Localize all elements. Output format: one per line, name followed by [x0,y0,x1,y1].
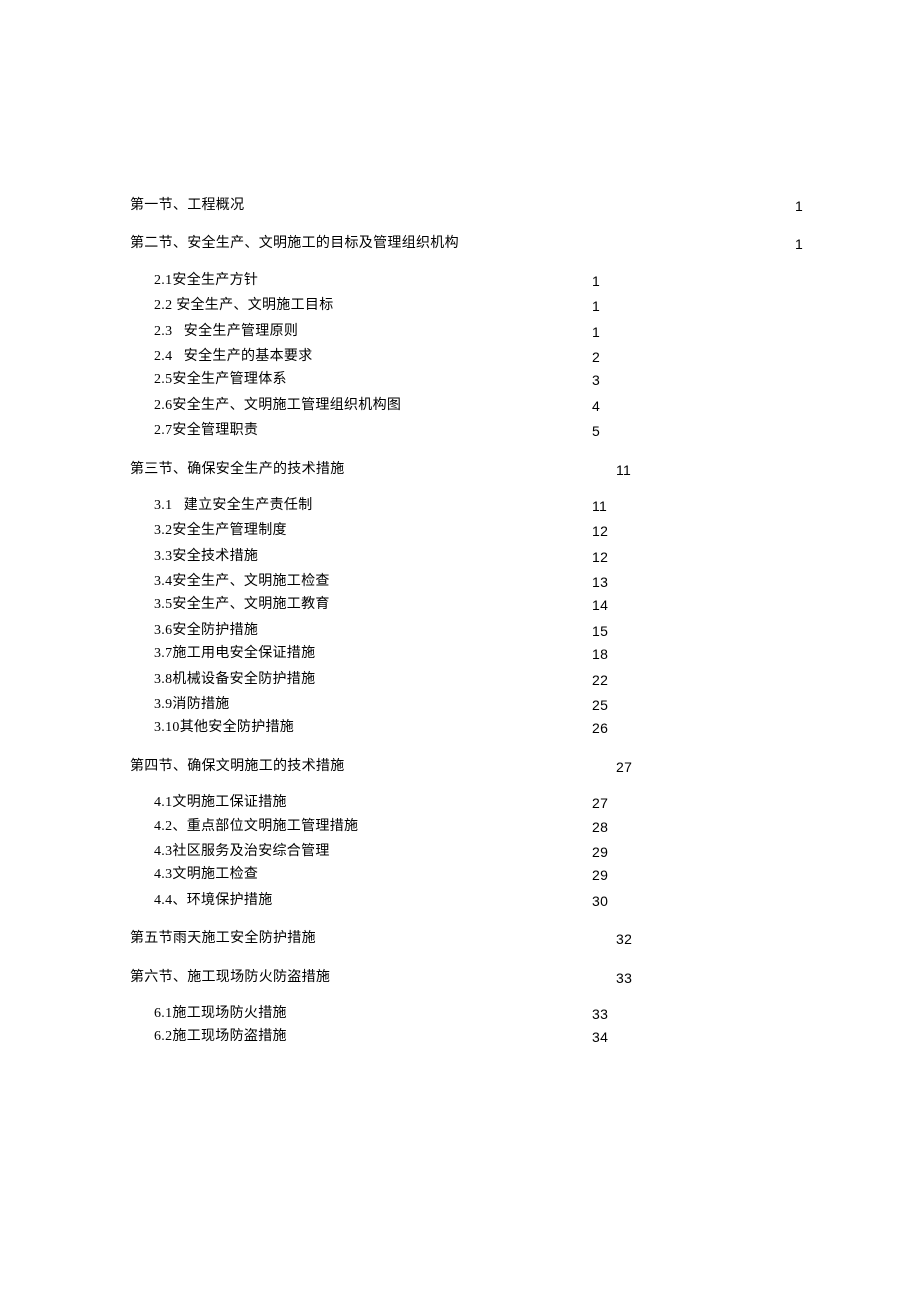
toc-label: 第六节、施工现场防火防盗措施 [130,967,330,989]
toc-page-number: 15 [592,620,608,642]
toc-page-number: 1 [795,233,803,255]
toc-page: 第一节、工程概况1第二节、安全生产、文明施工的目标及管理组织机构12.1安全生产… [0,0,920,1302]
toc-page-number: 33 [592,1003,608,1025]
toc-item: 2.1安全生产方针 1 [130,270,790,292]
toc-label: 3.6安全防护措施 [154,620,258,642]
toc-item: 4.2、重点部位文明施工管理措施 28 [130,816,790,838]
toc-item: 4.3社区服务及治安综合管理 29 [130,841,790,863]
toc-item: 2.2 安全生产、文明施工目标 1 [130,295,790,317]
toc-page-number: 29 [592,841,608,863]
toc-page-number: 34 [592,1026,608,1048]
toc-label: 2.6安全生产、文明施工管理组织机构图 [154,395,401,417]
toc-page-number: 27 [616,756,632,778]
toc-page-number: 26 [592,717,608,739]
toc-page-number: 1 [592,321,600,343]
toc-section: 第二节、安全生产、文明施工的目标及管理组织机构1 [130,233,790,255]
toc-page-number: 28 [592,816,608,838]
toc-item: 3.1 建立安全生产责任制 11 [130,495,790,517]
toc-item: 6.2施工现场防盗措施 34 [130,1026,790,1048]
toc-label: 4.4、环境保护措施 [154,890,273,912]
toc-section: 第一节、工程概况1 [130,195,790,217]
toc-item: 4.1文明施工保证措施 27 [130,792,790,814]
toc-label: 6.2施工现场防盗措施 [154,1026,287,1048]
toc-label: 第四节、确保文明施工的技术措施 [130,756,345,778]
toc-label: 3.8机械设备安全防护措施 [154,669,315,691]
toc-label: 2.4 安全生产的基本要求 [154,346,313,368]
toc-label: 6.1施工现场防火措施 [154,1003,287,1025]
toc-item: 3.2安全生产管理制度 12 [130,520,790,542]
toc-item: 4.3文明施工检查 29 [130,864,790,886]
toc-page-number: 22 [592,669,608,691]
toc-label: 2.3 安全生产管理原则 [154,321,298,343]
toc-page-number: 4 [592,395,600,417]
toc-label: 3.1 建立安全生产责任制 [154,495,313,517]
toc-page-number: 11 [592,495,607,517]
toc-section: 第三节、确保安全生产的技术措施 11 [130,459,790,481]
toc-label: 2.2 安全生产、文明施工目标 [154,295,334,317]
toc-section: 第四节、确保文明施工的技术措施 27 [130,756,790,778]
toc-page-number: 33 [616,967,632,989]
toc-page-number: 11 [616,459,631,481]
toc-label: 3.7施工用电安全保证措施 [154,643,315,665]
toc-label: 2.1安全生产方针 [154,270,258,292]
toc-item: 4.4、环境保护措施 30 [130,890,790,912]
toc-item: 3.8机械设备安全防护措施 22 [130,669,790,691]
toc-page-number: 1 [795,195,803,217]
toc-section: 第五节雨天施工安全防护措施 32 [130,928,790,950]
toc-label: 第三节、确保安全生产的技术措施 [130,459,345,481]
toc-page-number: 5 [592,420,600,442]
toc-label: 第一节、工程概况 [130,195,244,217]
toc-item: 3.4安全生产、文明施工检查 13 [130,571,790,593]
toc-item: 3.3安全技术措施 12 [130,546,790,568]
toc-label: 4.1文明施工保证措施 [154,792,287,814]
toc-item: 3.10其他安全防护措施 26 [130,717,790,739]
toc-item: 2.4 安全生产的基本要求 2 [130,346,790,368]
toc-item: 2.5安全生产管理体系 3 [130,369,790,391]
toc-item: 2.6安全生产、文明施工管理组织机构图 4 [130,395,790,417]
toc-item: 6.1施工现场防火措施 33 [130,1003,790,1025]
toc-page-number: 12 [592,546,608,568]
toc-label: 3.5安全生产、文明施工教育 [154,594,330,616]
toc-label: 2.5安全生产管理体系 [154,369,287,391]
toc-page-number: 2 [592,346,600,368]
toc-item: 3.6安全防护措施 15 [130,620,790,642]
toc-label: 4.3社区服务及治安综合管理 [154,841,330,863]
toc-item: 2.3 安全生产管理原则 1 [130,321,790,343]
toc-item: 3.9消防措施 25 [130,694,790,716]
toc-label: 3.4安全生产、文明施工检查 [154,571,330,593]
toc-item: 3.5安全生产、文明施工教育 14 [130,594,790,616]
toc-section: 第六节、施工现场防火防盗措施 33 [130,967,790,989]
toc-page-number: 30 [592,890,608,912]
toc-page-number: 29 [592,864,608,886]
toc-label: 第二节、安全生产、文明施工的目标及管理组织机构 [130,233,459,255]
toc-page-number: 18 [592,643,608,665]
toc-page-number: 27 [592,792,608,814]
toc-label: 3.9消防措施 [154,694,230,716]
toc-label: 2.7安全管理职责 [154,420,258,442]
toc-page-number: 1 [592,295,600,317]
toc-label: 第五节雨天施工安全防护措施 [130,928,316,950]
toc-page-number: 14 [592,594,608,616]
toc-label: 4.3文明施工检查 [154,864,258,886]
toc-label: 4.2、重点部位文明施工管理措施 [154,816,358,838]
toc-label: 3.10其他安全防护措施 [154,717,294,739]
toc-label: 3.3安全技术措施 [154,546,258,568]
toc-page-number: 1 [592,270,600,292]
toc-label: 3.2安全生产管理制度 [154,520,287,542]
toc-page-number: 13 [592,571,608,593]
toc-page-number: 3 [592,369,600,391]
toc-item: 2.7安全管理职责 5 [130,420,790,442]
toc-page-number: 32 [616,928,632,950]
toc-page-number: 12 [592,520,608,542]
toc-page-number: 25 [592,694,608,716]
toc-item: 3.7施工用电安全保证措施 18 [130,643,790,665]
